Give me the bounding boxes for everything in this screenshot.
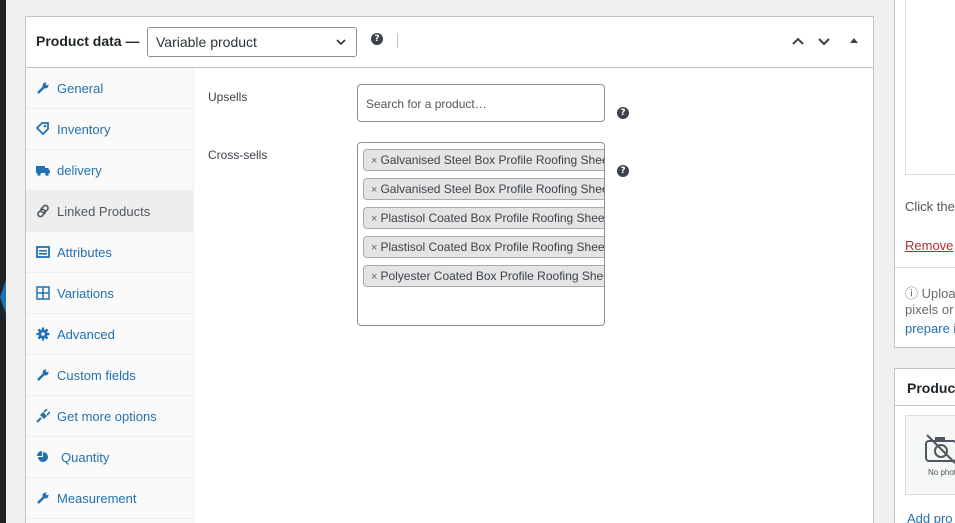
upsells-placeholder: Search for a product… xyxy=(366,97,487,111)
upsells-help-icon[interactable]: ? xyxy=(617,107,629,119)
tab-custom-fields[interactable]: Custom fields xyxy=(26,355,193,396)
add-gallery-link[interactable]: Add pro xyxy=(907,511,953,523)
wrench-icon xyxy=(37,492,49,504)
grid-icon xyxy=(36,286,50,300)
gear-icon xyxy=(36,327,50,341)
tab-delivery[interactable]: delivery xyxy=(26,150,193,191)
chevron-down-icon xyxy=(336,39,346,46)
remove-chip-icon[interactable]: × xyxy=(371,184,377,196)
tag-icon xyxy=(36,122,49,136)
upload-info-text: ⓘ Uploa xyxy=(905,286,955,301)
tab-quantity[interactable]: Quantity xyxy=(26,437,193,478)
product-data-box: Product data — Variable product ? Genera… xyxy=(25,16,874,523)
product-data-title: Product data — xyxy=(36,33,140,49)
product-image-box: Click the Remove ⓘ Uploa pixels or prepa… xyxy=(894,0,955,348)
tab-get-more-options[interactable]: Get more options xyxy=(26,396,193,437)
list-icon xyxy=(36,246,50,258)
no-photo-text: No photo xyxy=(928,468,955,477)
remove-chip-icon[interactable]: × xyxy=(371,213,377,225)
tab-general[interactable]: General xyxy=(26,68,193,109)
side-divider xyxy=(895,267,955,268)
truck-icon xyxy=(36,166,50,176)
tab-measurement[interactable]: Measurement xyxy=(26,478,193,519)
gallery-title: Product xyxy=(907,380,955,396)
gallery-thumbnail[interactable]: No photo xyxy=(905,415,955,495)
move-up-icon[interactable] xyxy=(790,33,806,49)
crosssells-help-icon[interactable]: ? xyxy=(617,165,629,177)
admin-menu-edge xyxy=(0,0,6,523)
tab-linked-products[interactable]: Linked Products xyxy=(26,191,193,232)
tab-attributes[interactable]: Attributes xyxy=(26,232,193,273)
product-type-select[interactable]: Variable product xyxy=(147,27,357,57)
link-icon xyxy=(37,204,49,218)
crosssell-chip[interactable]: × Galvanised Steel Box Profile Roofing Sh… xyxy=(363,149,604,171)
wrench-icon xyxy=(37,369,49,381)
tab-advanced[interactable]: Advanced xyxy=(26,314,193,355)
wrench-icon xyxy=(37,82,49,94)
plug-icon xyxy=(36,409,50,423)
upload-info-text-2: pixels or xyxy=(905,302,954,317)
gallery-divider xyxy=(895,405,955,406)
prepare-link[interactable]: prepare i xyxy=(905,321,955,336)
crosssell-chip[interactable]: × Polyester Coated Box Profile Roofing Sh… xyxy=(363,265,604,287)
product-type-value: Variable product xyxy=(156,34,257,50)
admin-menu-current-arrow xyxy=(0,280,6,314)
help-icon[interactable]: ? xyxy=(371,33,383,45)
linked-products-panel: Upsells Search for a product… ? Cross-se… xyxy=(194,68,874,523)
remove-chip-icon[interactable]: × xyxy=(371,242,377,254)
product-gallery-box: Product No photo Add pro xyxy=(894,368,955,523)
crosssell-chip[interactable]: × Plastisol Coated Box Profile Roofing Sh… xyxy=(363,236,604,258)
product-data-header: Product data — Variable product ? xyxy=(26,17,873,68)
crosssells-label: Cross-sells xyxy=(208,148,268,162)
collapse-toggle-icon[interactable] xyxy=(846,33,862,49)
pie-icon xyxy=(37,451,48,462)
upsells-label: Upsells xyxy=(208,90,248,104)
crosssells-select[interactable]: × Galvanised Steel Box Profile Roofing Sh… xyxy=(357,142,605,326)
header-divider xyxy=(397,33,398,48)
remove-chip-icon[interactable]: × xyxy=(371,271,377,283)
crosssell-chip[interactable]: × Galvanised Steel Box Profile Roofing Sh… xyxy=(363,178,604,200)
move-down-icon[interactable] xyxy=(816,33,832,49)
product-image-area[interactable] xyxy=(905,0,955,175)
no-photo-camera-icon xyxy=(925,434,955,464)
tab-variations[interactable]: Variations xyxy=(26,273,193,314)
product-data-tabs: General Inventory delivery Linked Produc… xyxy=(26,68,194,523)
remove-chip-icon[interactable]: × xyxy=(371,155,377,167)
crosssell-chip[interactable]: × Plastisol Coated Box Profile Roofing Sh… xyxy=(363,207,604,229)
remove-image-link[interactable]: Remove xyxy=(905,238,953,253)
tab-inventory[interactable]: Inventory xyxy=(26,109,193,150)
click-hint-text: Click the xyxy=(905,199,955,214)
upsells-search-input[interactable]: Search for a product… xyxy=(357,84,605,122)
